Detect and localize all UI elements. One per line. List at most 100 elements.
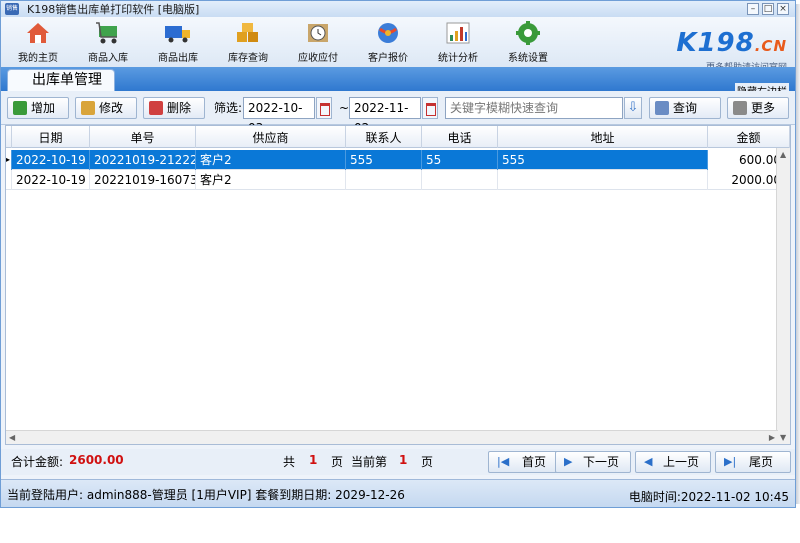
scroll-left-icon[interactable]: ◀ bbox=[9, 433, 15, 442]
add-button[interactable]: 增加 bbox=[7, 97, 69, 119]
horizontal-scrollbar[interactable]: ◀ ▶ bbox=[6, 430, 778, 444]
column-header-address[interactable]: 地址 bbox=[498, 126, 708, 148]
last-page-icon: ▶| bbox=[724, 455, 737, 468]
next-page-label: 下一页 bbox=[582, 455, 619, 469]
date-to-input[interactable]: 2022-11-02 bbox=[349, 97, 421, 135]
status-clock: 电脑时间:2022-11-02 10:45 bbox=[628, 490, 789, 504]
cell-order-no: 20221019-1607312 bbox=[90, 170, 196, 190]
app-icon-text: 销售 bbox=[5, 5, 18, 12]
next-page-button[interactable]: ▶ 下一页 bbox=[555, 451, 631, 473]
toolbar-receivable-label: 应收应付 bbox=[298, 53, 338, 64]
window-shadow bbox=[796, 4, 800, 504]
column-header-date[interactable]: 日期 bbox=[12, 126, 90, 148]
current-page-prefix: 当前第 bbox=[351, 455, 388, 469]
date-from-calendar-button[interactable] bbox=[316, 97, 332, 119]
current-page-suffix: 页 bbox=[421, 455, 434, 469]
more-button[interactable]: 更多 bbox=[727, 97, 789, 119]
toolbar-stock-in-label: 商品入库 bbox=[88, 53, 128, 64]
toolbar-quote-label: 客户报价 bbox=[368, 53, 408, 64]
status-user-info: 当前登陆用户: admin888-管理员 [1用户VIP] 套餐到期日期: 20… bbox=[7, 488, 405, 502]
query-button[interactable]: 查询 bbox=[649, 97, 721, 119]
prev-page-button[interactable]: ◀ 上一页 bbox=[635, 451, 711, 473]
next-page-icon: ▶ bbox=[564, 455, 573, 468]
search-input[interactable]: 关键字模糊快速查询 bbox=[445, 97, 623, 119]
toolbar-receivable[interactable]: 应收应付 bbox=[285, 19, 351, 67]
toolbar-inventory[interactable]: 库存查询 bbox=[215, 19, 281, 67]
cell-phone: 55 bbox=[422, 150, 498, 170]
total-amount-label: 合计金额: bbox=[11, 455, 64, 469]
prev-page-icon: ◀ bbox=[644, 455, 653, 468]
main-toolbar: 我的主页 商品入库 商品出库 库存查询 应收应付 客户报价 统计分析 系统设置 … bbox=[1, 17, 795, 73]
date-to-calendar-button[interactable] bbox=[422, 97, 438, 119]
toolbar-quote[interactable]: 客户报价 bbox=[355, 19, 421, 67]
stock-out-table[interactable]: 日期 单号 供应商 联系人 电话 地址 金额 ▸ 2022-10-19 2022… bbox=[5, 125, 791, 445]
first-page-button[interactable]: |◀ 首页 bbox=[488, 451, 564, 473]
maximize-button[interactable]: □ bbox=[762, 3, 774, 15]
toolbar-stock-in[interactable]: 商品入库 bbox=[75, 19, 141, 67]
total-pages-value: 1 bbox=[309, 453, 318, 467]
cell-date: 2022-10-19 bbox=[12, 170, 90, 190]
cell-date: 2022-10-19 bbox=[12, 150, 90, 170]
search-dropdown-button[interactable]: ⇩ bbox=[624, 97, 642, 119]
vertical-scrollbar[interactable]: ▲ ▼ bbox=[776, 148, 790, 444]
cell-contact bbox=[346, 170, 422, 190]
first-page-icon: |◀ bbox=[497, 455, 510, 468]
cart-icon bbox=[93, 19, 123, 47]
column-header-phone[interactable]: 电话 bbox=[422, 126, 498, 148]
cell-supplier: 客户2 bbox=[196, 170, 346, 190]
column-header-amount[interactable]: 金额 bbox=[708, 126, 790, 148]
cell-contact: 555 bbox=[346, 150, 422, 170]
close-button[interactable]: × bbox=[777, 3, 789, 15]
total-amount-value: 2600.00 bbox=[69, 453, 124, 467]
toolbar-settings[interactable]: 系统设置 bbox=[495, 19, 561, 67]
scroll-up-icon[interactable]: ▲ bbox=[780, 150, 786, 159]
title-bar: 销售 K198销售出库单打印软件 [电脑版] – □ × bbox=[1, 1, 795, 17]
column-header-supplier[interactable]: 供应商 bbox=[196, 126, 346, 148]
brand-logo-suffix: .CN bbox=[754, 37, 787, 55]
filter-label: 筛选: bbox=[214, 101, 243, 115]
cell-order-no: 20221019-2122283 bbox=[90, 150, 196, 170]
last-page-button[interactable]: ▶| 尾页 bbox=[715, 451, 791, 473]
cell-address bbox=[498, 170, 708, 190]
globe-icon bbox=[373, 19, 403, 47]
delete-button-label: 删除 bbox=[167, 101, 192, 115]
gear-icon bbox=[513, 19, 543, 47]
first-page-label: 首页 bbox=[521, 455, 546, 469]
tab-stock-out-management[interactable]: 出库单管理 bbox=[7, 69, 115, 91]
total-pages-prefix: 共 bbox=[283, 455, 296, 469]
tab-strip: 出库单管理 隐藏右边栏 bbox=[1, 67, 795, 98]
brand-logo-main: K198 bbox=[676, 28, 755, 58]
table-header: 日期 单号 供应商 联系人 电话 地址 金额 bbox=[6, 126, 790, 148]
minimize-button[interactable]: – bbox=[747, 3, 759, 15]
window-title: K198销售出库单打印软件 [电脑版] bbox=[27, 3, 200, 16]
scroll-right-icon[interactable]: ▶ bbox=[769, 433, 775, 442]
scroll-down-icon[interactable]: ▼ bbox=[780, 433, 786, 442]
column-header-contact[interactable]: 联系人 bbox=[346, 126, 422, 148]
pager-bar: 合计金额: 2600.00 共 1 页 当前第 1 页 |◀ 首页 ▶ 下一页 … bbox=[1, 449, 795, 475]
toolbar-home[interactable]: 我的主页 bbox=[5, 19, 71, 67]
table-row[interactable]: ▸ 2022-10-19 20221019-2122283 客户2 555 55… bbox=[6, 150, 790, 170]
edit-button[interactable]: 修改 bbox=[75, 97, 137, 119]
cell-supplier: 客户2 bbox=[196, 150, 346, 170]
toolbar-inventory-label: 库存查询 bbox=[228, 53, 268, 64]
toolbar-settings-label: 系统设置 bbox=[508, 53, 548, 64]
clock-icon bbox=[303, 19, 333, 47]
more-button-label: 更多 bbox=[751, 101, 776, 115]
toolbar-home-label: 我的主页 bbox=[18, 53, 58, 64]
window-controls: – □ × bbox=[747, 3, 789, 15]
action-bar: 增加 修改 删除 筛选: 2022-10-03 ~ 2022-11-02 关键字… bbox=[1, 91, 795, 135]
toolbar-stock-out-label: 商品出库 bbox=[158, 53, 198, 64]
search-icon bbox=[655, 101, 669, 115]
house-icon bbox=[23, 19, 53, 47]
table-row[interactable]: 2022-10-19 20221019-1607312 客户2 2000.00 bbox=[6, 170, 790, 190]
date-from-input[interactable]: 2022-10-03 bbox=[243, 97, 315, 135]
more-icon bbox=[733, 101, 747, 115]
cell-address: 555 bbox=[498, 150, 708, 170]
boxes-icon bbox=[233, 19, 263, 47]
toolbar-stock-out[interactable]: 商品出库 bbox=[145, 19, 211, 67]
column-header-order-no[interactable]: 单号 bbox=[90, 126, 196, 148]
status-bar: 当前登陆用户: admin888-管理员 [1用户VIP] 套餐到期日期: 20… bbox=[1, 479, 795, 507]
delete-button[interactable]: 删除 bbox=[143, 97, 205, 119]
toolbar-stats[interactable]: 统计分析 bbox=[425, 19, 491, 67]
truck-icon bbox=[163, 19, 193, 47]
